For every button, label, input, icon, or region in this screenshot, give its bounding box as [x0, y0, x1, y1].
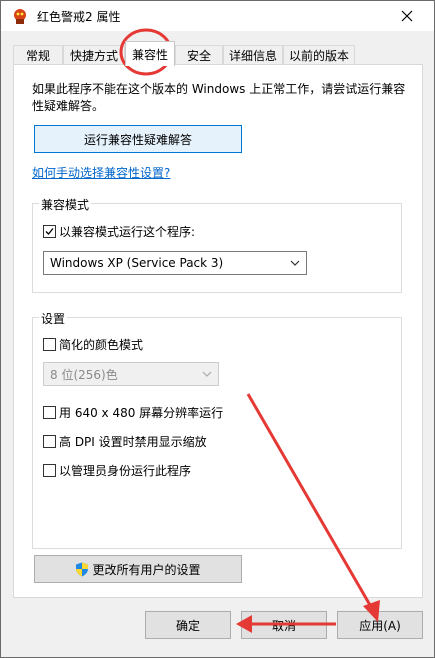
- tab-compatibility[interactable]: 兼容性: [125, 41, 175, 66]
- tab-shortcut[interactable]: 快捷方式: [63, 45, 125, 65]
- cancel-button[interactable]: 取消: [241, 611, 327, 639]
- res-640-checkbox[interactable]: [43, 406, 56, 419]
- settings-title: 设置: [39, 310, 68, 327]
- tab-details[interactable]: 详细信息: [223, 45, 283, 65]
- compat-intro-text: 如果此程序不能在这个版本的 Windows 上正常工作，请尝试运行兼容性疑难解答…: [32, 82, 406, 113]
- tab-previous-versions[interactable]: 以前的版本: [283, 45, 355, 65]
- admin-label: 以管理员身份运行此程序: [59, 464, 192, 478]
- title-bar: 红色警戒2 属性: [1, 1, 434, 31]
- compat-mode-title: 兼容模式: [39, 196, 92, 213]
- admin-row[interactable]: 以管理员身份运行此程序: [43, 462, 191, 479]
- settings-group: 设置 简化的颜色模式 8 位(256)色 用 640 x 480 屏幕分辨率运行…: [32, 310, 402, 549]
- reduced-color-label: 简化的颜色模式: [59, 338, 144, 352]
- color-depth-select[interactable]: 8 位(256)色: [43, 362, 219, 386]
- ok-button[interactable]: 确定: [145, 611, 231, 639]
- check-icon: [45, 228, 54, 235]
- dpi-label: 高 DPI 设置时禁用显示缩放: [59, 435, 207, 449]
- dpi-row[interactable]: 高 DPI 设置时禁用显示缩放: [43, 433, 207, 450]
- chevron-down-icon: [202, 371, 212, 377]
- admin-checkbox[interactable]: [43, 464, 56, 477]
- manual-settings-link[interactable]: 如何手动选择兼容性设置?: [32, 164, 170, 181]
- res-640-label: 用 640 x 480 屏幕分辨率运行: [59, 406, 224, 420]
- dpi-checkbox[interactable]: [43, 435, 56, 448]
- chevron-down-icon: [290, 260, 300, 266]
- compatibility-panel: 如果此程序不能在这个版本的 Windows 上正常工作，请尝试运行兼容性疑难解答…: [13, 64, 423, 598]
- tab-security[interactable]: 安全: [175, 45, 223, 65]
- app-icon: [14, 9, 26, 24]
- res-640-row[interactable]: 用 640 x 480 屏幕分辨率运行: [43, 404, 223, 421]
- color-depth-value: 8 位(256)色: [50, 367, 118, 382]
- compat-mode-group: 兼容模式 以兼容模式运行这个程序: Windows XP (Service Pa…: [32, 196, 402, 293]
- compat-mode-checkbox[interactable]: [43, 225, 56, 238]
- tab-strip: 常规 快捷方式 兼容性 安全 详细信息 以前的版本: [13, 41, 425, 66]
- compat-mode-checkbox-row[interactable]: 以兼容模式运行这个程序:: [43, 223, 195, 240]
- compat-mode-select[interactable]: Windows XP (Service Pack 3): [43, 251, 307, 275]
- shield-icon: [76, 562, 89, 576]
- compat-mode-select-value: Windows XP (Service Pack 3): [50, 256, 224, 270]
- close-icon: [401, 10, 413, 22]
- run-troubleshooter-button[interactable]: 运行兼容性疑难解答: [34, 125, 242, 153]
- compat-mode-label: 以兼容模式运行这个程序:: [59, 225, 196, 239]
- reduced-color-row[interactable]: 简化的颜色模式: [43, 336, 143, 353]
- change-all-users-label: 更改所有用户的设置: [92, 562, 201, 577]
- close-button[interactable]: [384, 1, 430, 31]
- reduced-color-checkbox[interactable]: [43, 338, 56, 351]
- apply-button[interactable]: 应用(A): [337, 611, 423, 639]
- window-title: 红色警戒2 属性: [37, 10, 121, 24]
- tab-general[interactable]: 常规: [13, 45, 63, 65]
- properties-window: 红色警戒2 属性 常规 快捷方式 兼容性 安全 详细信息 以前的版本 如果此程序…: [0, 0, 435, 658]
- change-all-users-button[interactable]: 更改所有用户的设置: [34, 555, 242, 583]
